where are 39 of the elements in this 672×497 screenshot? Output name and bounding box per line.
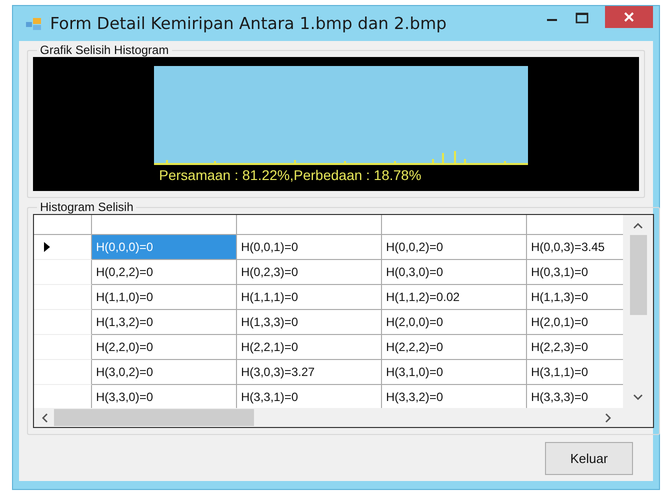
- scrollbar-thumb[interactable]: [54, 409, 254, 426]
- row-header[interactable]: [34, 235, 92, 260]
- scroll-right-icon[interactable]: [605, 412, 611, 422]
- maximize-icon[interactable]: [575, 12, 589, 24]
- scrollbar-thumb[interactable]: [630, 235, 646, 315]
- window-icon: [26, 16, 42, 30]
- scroll-left-icon[interactable]: [42, 412, 48, 422]
- table-cell[interactable]: H(3,1,0)=0: [382, 360, 527, 385]
- table-cell[interactable]: H(2,2,1)=0: [237, 335, 382, 360]
- close-icon: [624, 12, 634, 22]
- table-cell[interactable]: H(0,0,2)=0: [382, 235, 527, 260]
- table-cell[interactable]: H(0,0,1)=0: [237, 235, 382, 260]
- close-button[interactable]: [605, 6, 653, 28]
- column-header[interactable]: [237, 215, 382, 235]
- table-cell[interactable]: H(2,0,0)=0: [382, 310, 527, 335]
- table-cell[interactable]: H(1,1,1)=0: [237, 285, 382, 310]
- current-row-icon: [44, 242, 50, 252]
- scroll-up-icon[interactable]: [633, 223, 643, 229]
- table-cell[interactable]: H(1,1,0)=0: [92, 285, 237, 310]
- table-cell[interactable]: H(2,2,0)=0: [92, 335, 237, 360]
- table-cell[interactable]: H(0,3,0)=0: [382, 260, 527, 285]
- table-cell[interactable]: H(1,1,2)=0.02: [382, 285, 527, 310]
- similarity-caption: Persamaan : 81.22%,Perbedaan : 18.78%: [159, 167, 422, 183]
- horizontal-scrollbar[interactable]: [34, 408, 653, 427]
- minimize-icon[interactable]: [545, 18, 559, 22]
- table-cell[interactable]: H(0,2,3)=0: [237, 260, 382, 285]
- group-title: Histogram Selisih: [39, 200, 134, 214]
- group-title: Grafik Selisih Histogram: [39, 43, 170, 57]
- table-cell[interactable]: H(1,3,3)=0: [237, 310, 382, 335]
- column-header[interactable]: [382, 215, 527, 235]
- table-cell[interactable]: H(3,0,2)=0: [92, 360, 237, 385]
- table-cell[interactable]: H(2,2,2)=0: [382, 335, 527, 360]
- scroll-down-icon[interactable]: [633, 394, 643, 400]
- vertical-scrollbar[interactable]: [623, 215, 653, 408]
- exit-button[interactable]: Keluar: [545, 442, 633, 475]
- table-cell[interactable]: H(3,0,3)=3.27: [237, 360, 382, 385]
- table-cell[interactable]: H(0,2,2)=0: [92, 260, 237, 285]
- table-cell[interactable]: H(1,3,2)=0: [92, 310, 237, 335]
- window-title: Form Detail Kemiripan Antara 1.bmp dan 2.bmp: [50, 14, 447, 33]
